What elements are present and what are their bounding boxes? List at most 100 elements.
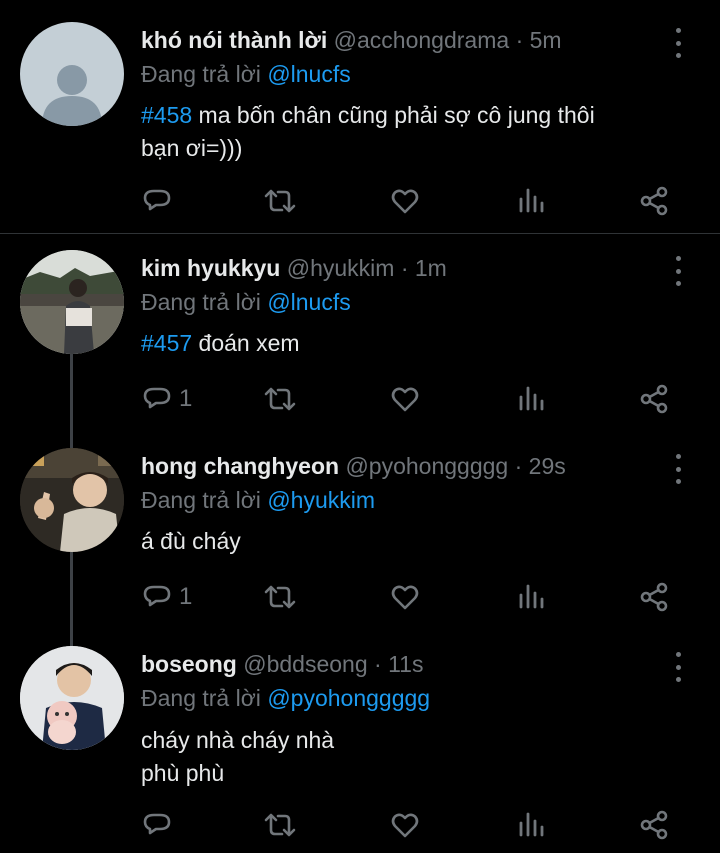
share-icon xyxy=(640,810,668,840)
replying-to-label: Đang trả lời xyxy=(141,61,261,87)
like-icon xyxy=(391,585,419,610)
more-icon[interactable] xyxy=(668,454,688,484)
mention-link[interactable]: @hyukkim xyxy=(267,487,375,513)
separator: · xyxy=(374,651,382,677)
share-button[interactable] xyxy=(638,805,670,845)
reply-icon xyxy=(143,813,171,835)
share-icon xyxy=(640,384,668,414)
display-name[interactable]: kim hyukkyu xyxy=(141,255,280,281)
hashtag-link[interactable]: #458 xyxy=(141,102,192,128)
replying-to-label: Đang trả lời xyxy=(141,685,261,711)
replying-to: Đang trả lời @lnucfs xyxy=(141,57,351,91)
reply-icon xyxy=(143,387,171,409)
profile-photo xyxy=(20,448,124,552)
retweet-button[interactable] xyxy=(262,577,298,617)
tweet-text-body: đoán xem xyxy=(192,330,300,356)
analytics-icon xyxy=(519,188,544,213)
display-name[interactable]: boseong xyxy=(141,651,237,677)
mention-link[interactable]: @lnucfs xyxy=(267,289,350,315)
retweet-button[interactable] xyxy=(262,379,298,419)
tweet-header: khó nói thành lời @acchongdrama · 5m xyxy=(141,23,562,57)
analytics-button[interactable] xyxy=(515,379,547,419)
replying-to-label: Đang trả lời xyxy=(141,289,261,315)
more-icon[interactable] xyxy=(668,28,688,58)
tweet-header: kim hyukkyu @hyukkim · 1m xyxy=(141,251,447,285)
separator: · xyxy=(400,255,409,281)
timestamp[interactable]: 5m xyxy=(530,27,562,53)
share-icon xyxy=(640,582,668,612)
tweet-text: #457 đoán xem xyxy=(141,327,681,360)
like-button[interactable] xyxy=(389,577,421,617)
like-button[interactable] xyxy=(389,181,421,221)
tweet-text: #458 ma bốn chân cũng phải sợ cô jung th… xyxy=(141,99,681,165)
profile-photo xyxy=(20,250,124,354)
separator: · xyxy=(514,453,523,479)
tweet-text-line: phù phù xyxy=(141,760,225,786)
timestamp[interactable]: 29s xyxy=(529,453,566,479)
retweet-icon xyxy=(264,387,296,411)
default-avatar-icon xyxy=(42,65,102,126)
reply-button[interactable]: 1 xyxy=(141,379,192,419)
username[interactable]: @pyohonggggg xyxy=(345,453,508,479)
analytics-button[interactable] xyxy=(515,181,547,221)
mention-link[interactable]: @pyohonggggg xyxy=(267,685,430,711)
share-button[interactable] xyxy=(638,379,670,419)
action-bar xyxy=(0,805,720,845)
username[interactable]: @bddseong xyxy=(243,651,367,677)
more-icon[interactable] xyxy=(668,256,688,286)
retweet-icon xyxy=(264,813,296,837)
like-icon xyxy=(391,813,419,838)
like-button[interactable] xyxy=(389,805,421,845)
profile-photo xyxy=(20,646,124,750)
reply-button[interactable] xyxy=(141,805,179,845)
username[interactable]: @hyukkim xyxy=(287,255,395,281)
reply-count: 1 xyxy=(179,385,193,412)
analytics-icon xyxy=(519,386,544,411)
reply-icon xyxy=(143,585,171,607)
tweet-text-line: cháy nhà cháy nhà xyxy=(141,727,335,753)
tweet-header: hong changhyeon @pyohonggggg · 29s xyxy=(141,449,566,483)
retweet-icon xyxy=(264,189,296,213)
analytics-icon xyxy=(519,584,544,609)
action-bar: 1 xyxy=(0,379,720,419)
share-button[interactable] xyxy=(638,577,670,617)
tweet-text-body: ma bốn chân cũng phải sợ cô jung thôi xyxy=(192,102,595,128)
like-button[interactable] xyxy=(389,379,421,419)
retweet-button[interactable] xyxy=(262,181,298,221)
reply-icon xyxy=(143,189,171,211)
tweet-header: boseong @bddseong · 11s xyxy=(141,647,423,681)
action-bar xyxy=(0,181,720,221)
display-name[interactable]: khó nói thành lời xyxy=(141,27,327,53)
avatar[interactable] xyxy=(20,646,124,750)
retweet-icon xyxy=(264,585,296,609)
tweet-text-line: bạn ơi=))) xyxy=(141,135,243,161)
more-icon[interactable] xyxy=(668,652,688,682)
retweet-button[interactable] xyxy=(262,805,298,845)
avatar[interactable] xyxy=(20,448,124,552)
tweet[interactable]: hong changhyeon @pyohonggggg · 29s Đang … xyxy=(0,432,720,648)
timestamp[interactable]: 11s xyxy=(388,651,423,677)
reply-button[interactable] xyxy=(141,181,179,221)
avatar[interactable] xyxy=(20,250,124,354)
display-name[interactable]: hong changhyeon xyxy=(141,453,339,479)
reply-button[interactable]: 1 xyxy=(141,577,192,617)
share-icon xyxy=(640,186,668,216)
replying-to-label: Đang trả lời xyxy=(141,487,261,513)
tweet-text: cháy nhà cháy nhà phù phù xyxy=(141,724,681,790)
analytics-button[interactable] xyxy=(515,577,547,617)
share-button[interactable] xyxy=(638,181,670,221)
analytics-button[interactable] xyxy=(515,805,547,845)
replying-to: Đang trả lời @hyukkim xyxy=(141,483,375,517)
username[interactable]: @acchongdrama xyxy=(334,27,510,53)
timestamp[interactable]: 1m xyxy=(415,255,447,281)
mention-link[interactable]: @lnucfs xyxy=(267,61,350,87)
replying-to: Đang trả lời @pyohonggggg xyxy=(141,681,430,715)
separator: · xyxy=(515,27,524,53)
tweet[interactable]: boseong @bddseong · 11s Đang trả lời @py… xyxy=(0,630,720,853)
tweet[interactable]: khó nói thành lời @acchongdrama · 5m Đan… xyxy=(0,0,720,232)
replying-to: Đang trả lời @lnucfs xyxy=(141,285,351,319)
tweet[interactable]: kim hyukkyu @hyukkim · 1m Đang trả lời @… xyxy=(0,234,720,450)
tweet-text: á đù cháy xyxy=(141,528,241,554)
default-avatar[interactable] xyxy=(20,22,124,126)
hashtag-link[interactable]: #457 xyxy=(141,330,192,356)
